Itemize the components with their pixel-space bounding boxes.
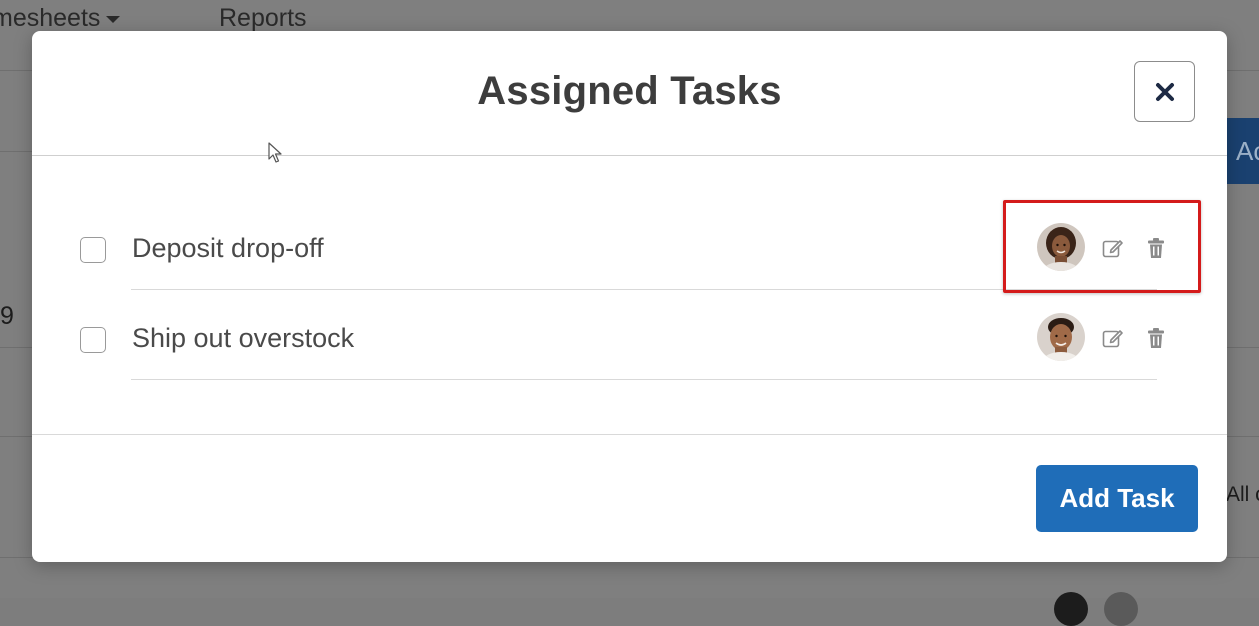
mouse-cursor-icon	[268, 142, 282, 163]
nav-reports: Reports	[219, 4, 307, 32]
avatar-man	[1037, 313, 1085, 361]
trash-icon[interactable]	[1144, 326, 1168, 350]
trash-icon	[1148, 328, 1164, 348]
assigned-tasks-modal: Assigned Tasks Deposit drop-off Ship out…	[32, 31, 1227, 562]
close-button[interactable]	[1134, 61, 1195, 122]
background-avatar	[1104, 592, 1138, 626]
add-task-button[interactable]: Add Task	[1036, 465, 1198, 532]
edit-icon	[1102, 330, 1123, 348]
background-action-button: Ac	[1226, 118, 1259, 184]
background-avatar	[1054, 592, 1088, 626]
edit-icon[interactable]	[1101, 326, 1125, 350]
task-row: Ship out overstock	[32, 293, 1227, 383]
assignee-avatar[interactable]	[1037, 313, 1085, 361]
task-checkbox[interactable]	[80, 327, 106, 353]
task-label: Deposit drop-off	[132, 233, 324, 263]
modal-footer-divider	[32, 434, 1227, 435]
task-checkbox[interactable]	[80, 237, 106, 263]
task-divider	[131, 379, 1157, 380]
task-label: Ship out overstock	[132, 323, 355, 353]
highlight-box	[1003, 200, 1201, 293]
modal-title: Assigned Tasks	[477, 69, 782, 113]
background-side-text: All c	[1226, 483, 1259, 506]
caret-down-icon	[106, 15, 121, 23]
close-icon	[1155, 82, 1174, 101]
modal-header: Assigned Tasks	[32, 31, 1227, 156]
background-row-number: 9	[0, 302, 14, 330]
nav-timesheets: mesheets	[0, 4, 121, 33]
